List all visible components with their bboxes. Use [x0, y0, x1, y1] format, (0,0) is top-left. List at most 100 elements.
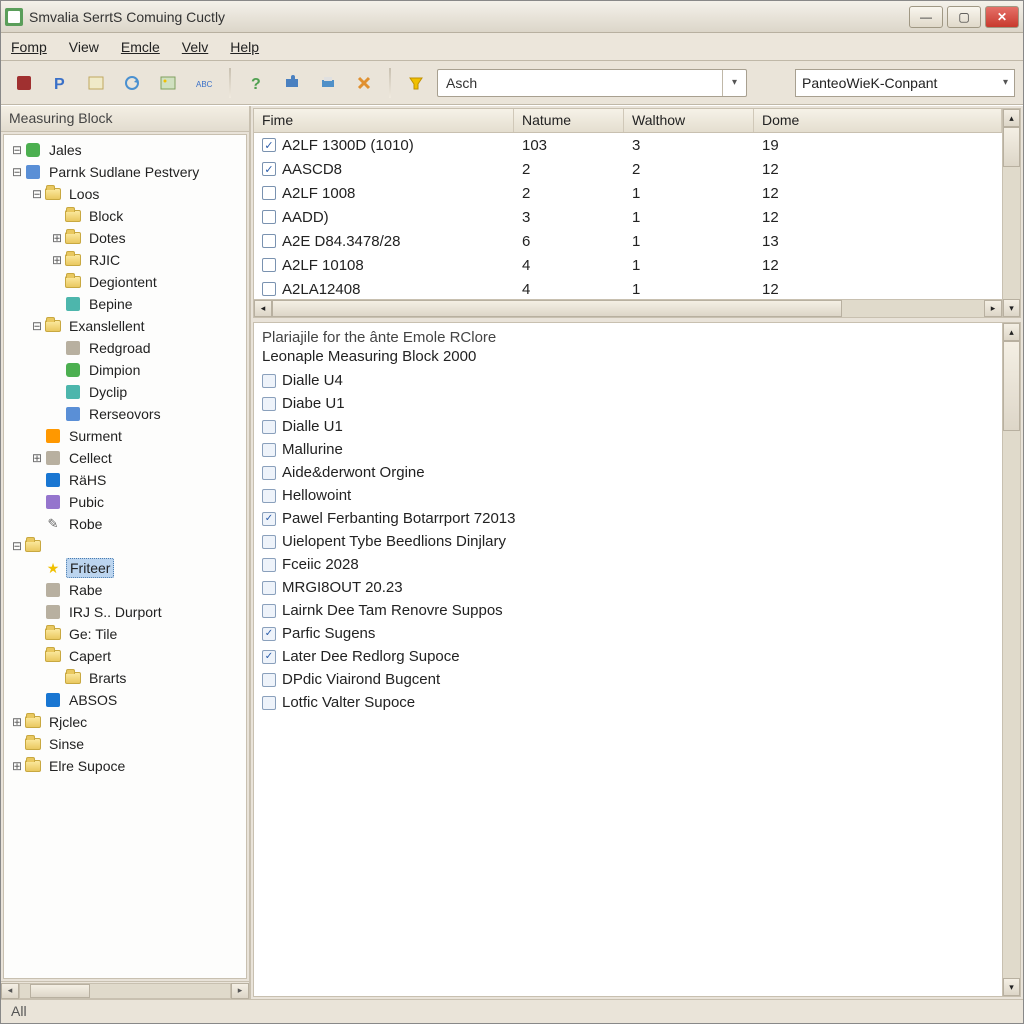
list-item[interactable]: ✓Parfic Sugens	[262, 622, 994, 645]
item-checkbox[interactable]	[262, 581, 276, 595]
expand-icon[interactable]: ⊟	[30, 319, 44, 333]
scroll-thumb[interactable]	[272, 300, 842, 317]
item-checkbox[interactable]: ✓	[262, 627, 276, 641]
row-checkbox[interactable]	[262, 234, 276, 248]
scroll-thumb[interactable]	[1003, 127, 1020, 167]
item-checkbox[interactable]	[262, 443, 276, 457]
tree-view[interactable]: ⊟Jales⊟Parnk Sudlane Pestvery⊟LoosBlock⊞…	[3, 134, 247, 979]
table-row[interactable]: A2LF 101084112	[254, 253, 1002, 277]
col-dome[interactable]: Dome	[754, 109, 1002, 132]
tb-refresh-icon[interactable]	[117, 68, 147, 98]
row-checkbox[interactable]: ✓	[262, 162, 276, 176]
menu-fomp[interactable]: Fomp	[11, 39, 47, 55]
tree-node[interactable]: Dimpion	[4, 359, 246, 381]
expand-icon[interactable]: ⊞	[50, 253, 64, 267]
tree-node[interactable]: Rerseovors	[4, 403, 246, 425]
col-walthow[interactable]: Walthow	[624, 109, 754, 132]
expand-icon[interactable]: ⊞	[50, 231, 64, 245]
tb-delete-icon[interactable]	[349, 68, 379, 98]
menu-velv[interactable]: Velv	[182, 39, 208, 55]
row-checkbox[interactable]	[262, 258, 276, 272]
scroll-right-icon[interactable]: ▸	[231, 983, 249, 999]
view-combo[interactable]: PanteoWieK-Conpant ▾	[795, 69, 1015, 97]
menu-emcle[interactable]: Emcle	[121, 39, 160, 55]
expand-icon[interactable]: ⊟	[30, 187, 44, 201]
scroll-left-icon[interactable]: ◂	[1, 983, 19, 999]
tree-node[interactable]: Bepine	[4, 293, 246, 315]
col-fime[interactable]: Fime	[254, 109, 514, 132]
search-input[interactable]	[438, 75, 722, 91]
item-checkbox[interactable]	[262, 374, 276, 388]
tree-node[interactable]: ⊞Elre Supoce	[4, 755, 246, 777]
expand-icon[interactable]: ⊟	[10, 143, 24, 157]
tb-abc-icon[interactable]: ABC	[189, 68, 219, 98]
expand-icon[interactable]: ⊞	[10, 759, 24, 773]
row-checkbox[interactable]	[262, 282, 276, 296]
tree-node[interactable]: Pubic	[4, 491, 246, 513]
list-item[interactable]: Fceiic 2028	[262, 553, 994, 576]
tree-node[interactable]: Ge: Tile	[4, 623, 246, 645]
table-row[interactable]: A2LF 10082112	[254, 181, 1002, 205]
expand-icon[interactable]: ⊞	[10, 715, 24, 729]
tree-node[interactable]: RäHS	[4, 469, 246, 491]
item-checkbox[interactable]	[262, 535, 276, 549]
tb-stop-icon[interactable]	[9, 68, 39, 98]
table-row[interactable]: ✓A2LF 1300D (1010)103319	[254, 133, 1002, 157]
scroll-track[interactable]	[19, 983, 231, 999]
item-checkbox[interactable]	[262, 673, 276, 687]
search-box[interactable]: ▾	[437, 69, 747, 97]
scroll-right-icon[interactable]: ▸	[984, 300, 1002, 317]
scroll-down-icon[interactable]: ▾	[1003, 978, 1020, 996]
expand-icon[interactable]: ⊞	[30, 451, 44, 465]
close-button[interactable]: ✕	[985, 6, 1019, 28]
list-item[interactable]: Lairnk Dee Tam Renovre Suppos	[262, 599, 994, 622]
item-checkbox[interactable]	[262, 420, 276, 434]
tb-help-icon[interactable]: ?	[241, 68, 271, 98]
grid-hscrollbar[interactable]: ◂ ▸	[254, 299, 1002, 317]
tree-node[interactable]: ⊟Loos	[4, 183, 246, 205]
list-item[interactable]: Mallurine	[262, 438, 994, 461]
list-item[interactable]: Aide&derwont Orgine	[262, 461, 994, 484]
list-item[interactable]: Dialle U4	[262, 369, 994, 392]
tb-puzzle-icon[interactable]	[277, 68, 307, 98]
list-item[interactable]: ✓Later Dee Redlorg Supoce	[262, 645, 994, 668]
tree-node[interactable]: Redgroad	[4, 337, 246, 359]
sidebar-hscrollbar[interactable]: ◂ ▸	[1, 981, 249, 999]
item-checkbox[interactable]	[262, 696, 276, 710]
table-row[interactable]: AADD)3112	[254, 205, 1002, 229]
scroll-thumb[interactable]	[1003, 341, 1020, 431]
tree-node[interactable]: ⊟Jales	[4, 139, 246, 161]
tb-filter-icon[interactable]	[401, 68, 431, 98]
list-item[interactable]: Dialle U1	[262, 415, 994, 438]
list-item[interactable]: Hellowoint	[262, 484, 994, 507]
item-checkbox[interactable]	[262, 466, 276, 480]
minimize-button[interactable]: —	[909, 6, 943, 28]
tree-node[interactable]: ⊟Exanslellent	[4, 315, 246, 337]
tree-node[interactable]: Dyclip	[4, 381, 246, 403]
detail-vscrollbar[interactable]: ▴ ▾	[1002, 323, 1020, 996]
list-item[interactable]: Lotfic Valter Supoce	[262, 691, 994, 714]
tb-print-icon[interactable]	[313, 68, 343, 98]
expand-icon[interactable]: ⊟	[10, 165, 24, 179]
scroll-thumb[interactable]	[30, 984, 90, 998]
item-checkbox[interactable]	[262, 558, 276, 572]
list-item[interactable]: ✓Pawel Ferbanting Botarrport 72013	[262, 507, 994, 530]
list-item[interactable]: MRGI8OUT 20.23	[262, 576, 994, 599]
list-item[interactable]: DPdic Viairond Bugcent	[262, 668, 994, 691]
tree-node[interactable]: ⊞Rjclec	[4, 711, 246, 733]
tree-node[interactable]: ⊞Cellect	[4, 447, 246, 469]
search-dropdown-icon[interactable]: ▾	[722, 70, 746, 96]
menu-help[interactable]: Help	[230, 39, 259, 55]
list-item[interactable]: Uielopent Tybe Beedlions Dinjlary	[262, 530, 994, 553]
tree-node[interactable]: Block	[4, 205, 246, 227]
tb-new-icon[interactable]	[81, 68, 111, 98]
expand-icon[interactable]: ⊟	[10, 539, 24, 553]
row-checkbox[interactable]	[262, 186, 276, 200]
row-checkbox[interactable]: ✓	[262, 138, 276, 152]
col-natume[interactable]: Natume	[514, 109, 624, 132]
item-checkbox[interactable]: ✓	[262, 512, 276, 526]
scroll-up-icon[interactable]: ▴	[1003, 323, 1020, 341]
table-row[interactable]: A2E D84.3478/286113	[254, 229, 1002, 253]
tree-node[interactable]: Degiontent	[4, 271, 246, 293]
scroll-up-icon[interactable]: ▴	[1003, 109, 1020, 127]
